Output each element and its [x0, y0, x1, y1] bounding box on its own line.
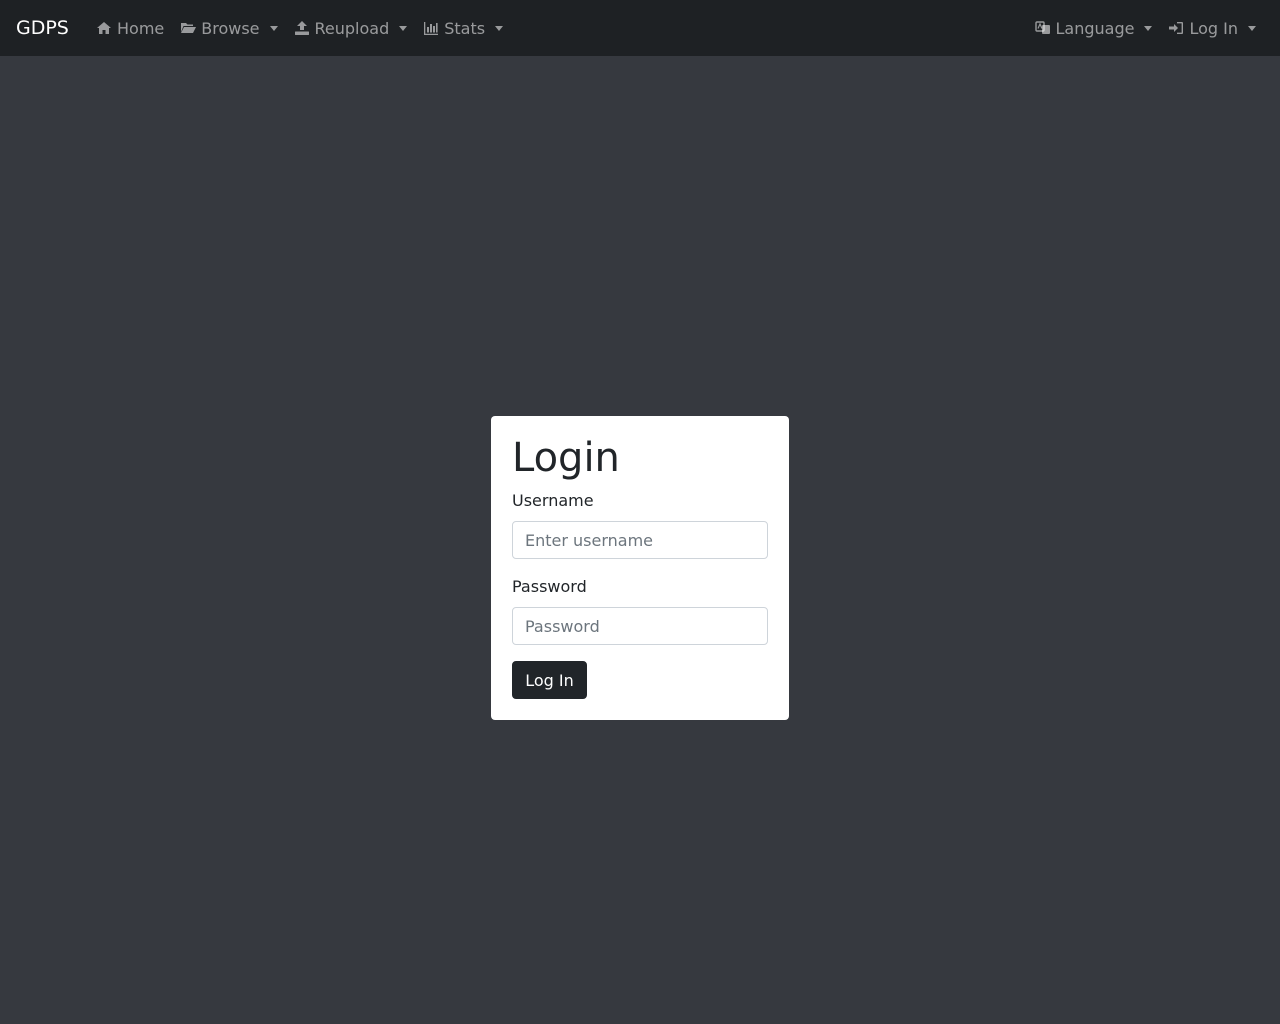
- brand-link[interactable]: GDPS: [16, 15, 69, 41]
- login-title: Login: [512, 435, 620, 481]
- nav-item-stats-label: Stats: [444, 18, 486, 38]
- nav-item-stats[interactable]: Stats: [423, 18, 504, 38]
- top-navbar: GDPS Home Browse Reupload Stats Language…: [0, 0, 1280, 56]
- nav-item-language[interactable]: Language: [1034, 18, 1153, 38]
- nav-item-language-label: Language: [1055, 18, 1135, 38]
- language-icon: [1034, 20, 1051, 36]
- chevron-down-icon: [269, 26, 278, 31]
- nav-item-home-label: Home: [117, 18, 165, 38]
- nav-item-reupload-label: Reupload: [314, 18, 390, 38]
- bar-chart-icon: [423, 20, 439, 36]
- username-input[interactable]: [512, 521, 768, 559]
- nav-right-group: Language Log In: [1019, 0, 1256, 56]
- sign-in-icon: [1168, 20, 1184, 36]
- nav-item-browse[interactable]: Browse: [180, 18, 278, 38]
- nav-item-login[interactable]: Log In: [1168, 19, 1256, 38]
- nav-item-home[interactable]: Home: [96, 19, 164, 38]
- chevron-down-icon: [1144, 26, 1153, 31]
- username-label: Username: [512, 491, 594, 510]
- login-submit-button[interactable]: Log In: [512, 661, 587, 699]
- chevron-down-icon: [1248, 26, 1256, 31]
- login-card: Login Username Password Log In: [491, 416, 789, 720]
- folder-open-icon: [180, 20, 197, 36]
- home-icon: [96, 20, 112, 36]
- nav-item-reupload[interactable]: Reupload: [294, 19, 408, 38]
- password-label: Password: [512, 577, 587, 596]
- nav-item-browse-label: Browse: [201, 18, 260, 38]
- nav-left-group: Home Browse Reupload Stats: [96, 0, 519, 56]
- chevron-down-icon: [495, 26, 504, 31]
- password-input[interactable]: [512, 607, 768, 645]
- nav-item-login-label: Log In: [1189, 18, 1238, 38]
- chevron-down-icon: [399, 26, 408, 31]
- upload-icon: [294, 20, 310, 36]
